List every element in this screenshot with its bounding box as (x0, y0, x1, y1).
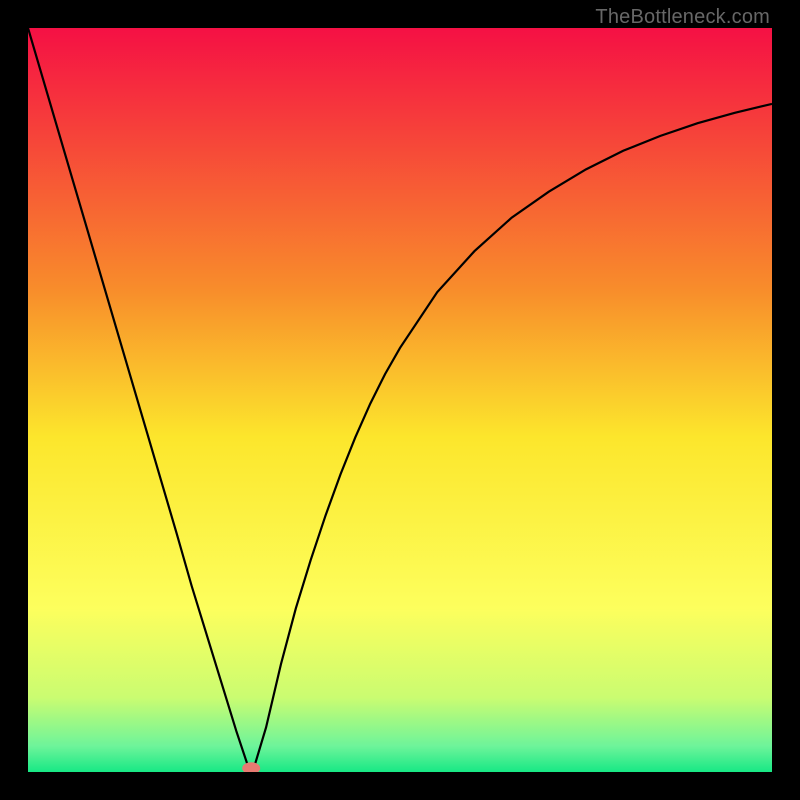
bottleneck-chart (28, 28, 772, 772)
watermark-text: TheBottleneck.com (595, 6, 770, 29)
chart-background (28, 28, 772, 772)
chart-frame (28, 28, 772, 772)
